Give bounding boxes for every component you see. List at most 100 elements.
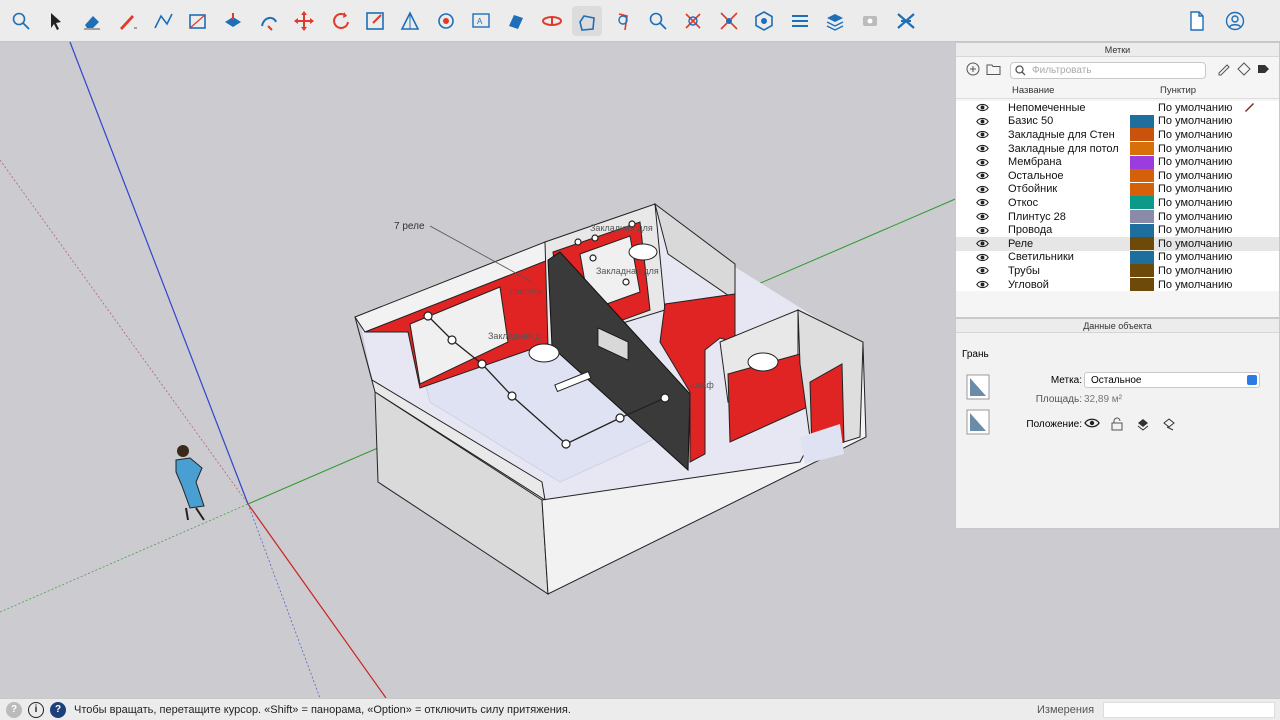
tag-dash-value[interactable]: По умолчанию — [1158, 170, 1232, 182]
paint-bucket-icon[interactable] — [431, 6, 461, 36]
tape-measure-icon[interactable] — [395, 6, 425, 36]
push-pull-icon[interactable] — [218, 6, 248, 36]
layers-icon[interactable] — [820, 6, 850, 36]
visibility-eye-icon[interactable] — [956, 253, 1008, 262]
extension-icon[interactable] — [891, 6, 921, 36]
tag-dash-value[interactable]: По умолчанию — [1158, 197, 1232, 209]
text-icon[interactable]: A — [466, 6, 496, 36]
tag-color-swatch[interactable] — [1130, 250, 1154, 264]
tag-row[interactable]: Реле По умолчанию — [956, 236, 1279, 251]
tag-color-swatch[interactable] — [1130, 142, 1154, 156]
tag-color-swatch[interactable] — [1130, 182, 1154, 196]
info-icon[interactable]: i — [28, 701, 44, 718]
tag-select[interactable]: Остальное — [1084, 372, 1260, 388]
visibility-eye-icon[interactable] — [956, 198, 1008, 207]
polyline-icon[interactable] — [148, 6, 178, 36]
tag-dash-value[interactable]: По умолчанию — [1158, 102, 1232, 114]
receive-shadows-icon[interactable] — [1136, 417, 1150, 431]
new-document-icon[interactable] — [1182, 6, 1212, 36]
visibility-eye-icon[interactable] — [956, 171, 1008, 180]
tag-row[interactable]: Непомеченные По умолчанию — [956, 101, 1279, 115]
tag-row[interactable]: Базис 50 По умолчанию — [956, 114, 1279, 129]
visibility-eye-icon[interactable] — [956, 103, 1008, 112]
tag-row[interactable]: Закладные для Стен По умолчанию — [956, 128, 1279, 142]
tag-dash-value[interactable]: По умолчанию — [1158, 251, 1232, 263]
orbit-icon[interactable] — [537, 6, 567, 36]
tag-dash-value[interactable]: По умолчанию — [1158, 129, 1232, 141]
tag-color-swatch[interactable] — [1130, 210, 1154, 224]
tag-dash-value[interactable]: По умолчанию — [1158, 265, 1232, 277]
tag-style-icon[interactable] — [1236, 61, 1252, 79]
eraser-icon[interactable] — [77, 6, 107, 36]
move-icon[interactable] — [289, 6, 319, 36]
tag-row[interactable]: Отбойник По умолчанию — [956, 182, 1279, 197]
rotate-icon[interactable] — [325, 6, 355, 36]
tag-color-swatch[interactable] — [1130, 169, 1154, 183]
cast-shadows-icon[interactable] — [1162, 417, 1176, 431]
pencil-line-icon[interactable] — [112, 6, 142, 36]
help-icon[interactable]: ? — [50, 701, 66, 718]
tag-color-swatch[interactable] — [1130, 278, 1154, 292]
tag-paint-icon[interactable] — [1216, 62, 1232, 79]
visibility-eye-icon[interactable] — [956, 185, 1008, 194]
tag-row[interactable]: Плинтус 28 По умолчанию — [956, 209, 1279, 224]
tag-row[interactable]: Откос По умолчанию — [956, 196, 1279, 210]
tag-color-swatch[interactable] — [1130, 237, 1154, 251]
visibility-eye-icon[interactable] — [956, 130, 1008, 139]
zoom-window-icon[interactable] — [678, 6, 708, 36]
tag-color-swatch[interactable] — [1130, 114, 1154, 128]
add-folder-icon[interactable] — [986, 62, 1002, 79]
select-arrow-icon[interactable] — [41, 6, 71, 36]
lock-icon[interactable] — [1110, 417, 1124, 431]
tag-color-swatch[interactable] — [1130, 223, 1154, 237]
walk-icon[interactable] — [608, 6, 638, 36]
tag-dash-value[interactable]: По умолчанию — [1158, 183, 1232, 195]
components-icon[interactable] — [749, 6, 779, 36]
visibility-eye-icon[interactable] — [956, 117, 1008, 126]
follow-me-icon[interactable] — [254, 6, 284, 36]
geo-location-icon[interactable]: ? — [6, 701, 22, 718]
tag-color-swatch[interactable] — [1130, 155, 1154, 169]
add-tag-icon[interactable] — [966, 62, 980, 79]
scenes-icon[interactable] — [855, 6, 885, 36]
tag-row[interactable]: Остальное По умолчанию — [956, 168, 1279, 183]
tag-row[interactable]: Светильники По умолчанию — [956, 250, 1279, 265]
tag-color-swatch[interactable] — [1130, 128, 1154, 142]
visibility-eye-icon[interactable] — [956, 239, 1008, 248]
zoom-icon[interactable] — [643, 6, 673, 36]
tag-dash-value[interactable]: По умолчанию — [1158, 115, 1232, 127]
visibility-eye-icon[interactable] — [1084, 417, 1100, 429]
tag-row[interactable]: Трубы По умолчанию — [956, 264, 1279, 278]
scale-icon[interactable] — [360, 6, 390, 36]
tag-dash-value[interactable]: По умолчанию — [1158, 156, 1232, 168]
styles-icon[interactable] — [785, 6, 815, 36]
tag-dash-value[interactable]: По умолчанию — [1158, 224, 1232, 236]
tag-color-swatch[interactable] — [1130, 264, 1154, 278]
visibility-eye-icon[interactable] — [956, 158, 1008, 167]
tag-row[interactable]: Мембрана По умолчанию — [956, 155, 1279, 169]
tags-filter-input[interactable]: Фильтровать — [1010, 61, 1206, 79]
tag-dash-value[interactable]: По умолчанию — [1158, 238, 1232, 250]
pan-icon[interactable] — [572, 5, 603, 36]
zoom-extents-icon[interactable] — [714, 6, 744, 36]
tag-row[interactable]: Закладные для потол По умолчанию — [956, 141, 1279, 156]
measurements-input[interactable] — [1103, 702, 1275, 718]
visibility-eye-icon[interactable] — [956, 280, 1008, 289]
rectangle-icon[interactable] — [183, 6, 213, 36]
tag-row[interactable]: Провода По умолчанию — [956, 223, 1279, 237]
tag-color-swatch[interactable] — [1130, 101, 1154, 114]
search-icon[interactable] — [6, 6, 36, 36]
floor-plan-model[interactable] — [354, 202, 867, 595]
user-account-icon[interactable] — [1220, 6, 1250, 36]
tags-details-icon[interactable] — [1256, 62, 1270, 79]
visibility-eye-icon[interactable] — [956, 266, 1008, 275]
tag-row[interactable]: Угловой По умолчанию — [956, 277, 1279, 292]
tag-dash-value[interactable]: По умолчанию — [1158, 143, 1232, 155]
visibility-eye-icon[interactable] — [956, 144, 1008, 153]
back-face-material-icon[interactable] — [966, 409, 990, 435]
visibility-eye-icon[interactable] — [956, 212, 1008, 221]
tag-dash-value[interactable]: По умолчанию — [1158, 211, 1232, 223]
face-material-icon[interactable] — [966, 374, 990, 400]
section-plane-icon[interactable] — [501, 6, 531, 36]
tag-dash-value[interactable]: По умолчанию — [1158, 279, 1232, 291]
